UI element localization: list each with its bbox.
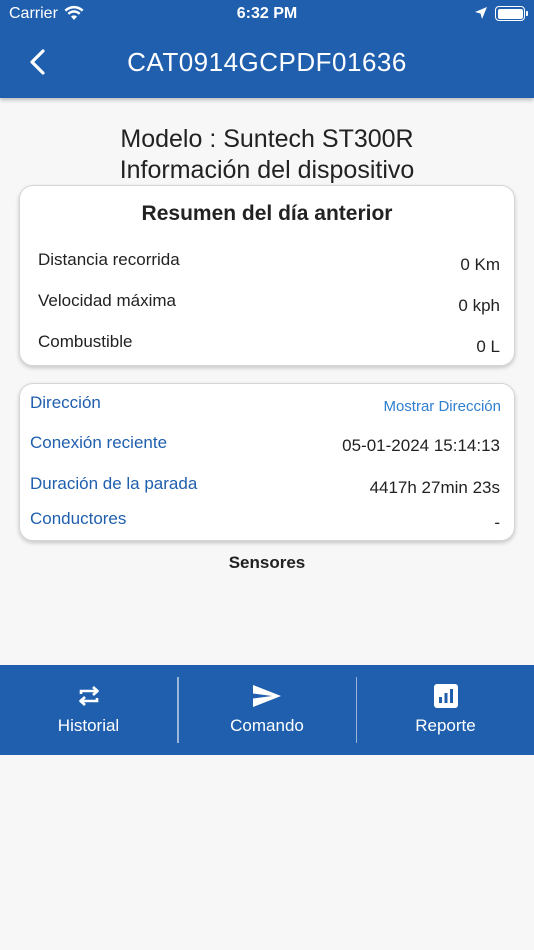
app-header: Carrier 6:32 PM CAT0914GCPDF01636	[0, 0, 534, 98]
stop-duration-value: 4417h 27min 23s	[369, 478, 500, 497]
location-arrow-icon	[474, 6, 488, 25]
recent-connection-value: 05-01-2024 15:14:13	[342, 436, 500, 455]
tab-comando[interactable]: Comando	[179, 665, 356, 755]
tab-historial[interactable]: Historial	[0, 665, 177, 755]
drivers-label: Conductores	[30, 509, 127, 528]
device-model-heading: Modelo : Suntech ST300R Información del …	[0, 124, 534, 186]
bottom-tab-bar: Historial Comando Reporte	[0, 665, 534, 755]
back-button[interactable]	[20, 44, 54, 80]
tab-historial-label: Historial	[57, 716, 120, 735]
address-label: Dirección	[30, 393, 101, 412]
status-bar: Carrier 6:32 PM	[0, 0, 534, 28]
repeat-icon	[76, 681, 102, 711]
stop-duration-label: Duración de la parada	[30, 474, 198, 493]
fuel-value: 0 L	[476, 337, 500, 356]
max-speed-value: 0 kph	[458, 296, 500, 315]
summary-card: Resumen del día anterior Distancia recor…	[19, 185, 515, 366]
chevron-left-icon	[30, 49, 45, 75]
show-address-link[interactable]: Mostrar Dirección	[383, 398, 501, 415]
recent-connection-label: Conexión reciente	[30, 433, 168, 452]
drivers-value: -	[494, 513, 500, 532]
distance-value: 0 Km	[460, 255, 500, 274]
send-icon	[252, 681, 282, 711]
sensors-heading: Sensores	[228, 553, 306, 572]
battery-icon	[495, 6, 528, 21]
model-line: Modelo : Suntech ST300R	[120, 125, 414, 153]
max-speed-label: Velocidad máxima	[38, 291, 176, 310]
report-chart-icon	[433, 681, 458, 711]
tab-reporte[interactable]: Reporte	[357, 665, 534, 755]
fuel-label: Combustible	[38, 332, 133, 351]
device-id-title: CAT0914GCPDF01636	[127, 47, 407, 77]
tab-reporte-label: Reporte	[415, 716, 476, 735]
clock-time: 6:32 PM	[236, 5, 298, 22]
summary-title: Resumen del día anterior	[141, 202, 393, 225]
device-info-line: Información del dispositivo	[119, 156, 415, 184]
distance-label: Distancia recorrida	[38, 250, 180, 269]
tab-comando-label: Comando	[230, 716, 304, 735]
details-card: Dirección Mostrar Dirección Conexión rec…	[19, 383, 515, 541]
